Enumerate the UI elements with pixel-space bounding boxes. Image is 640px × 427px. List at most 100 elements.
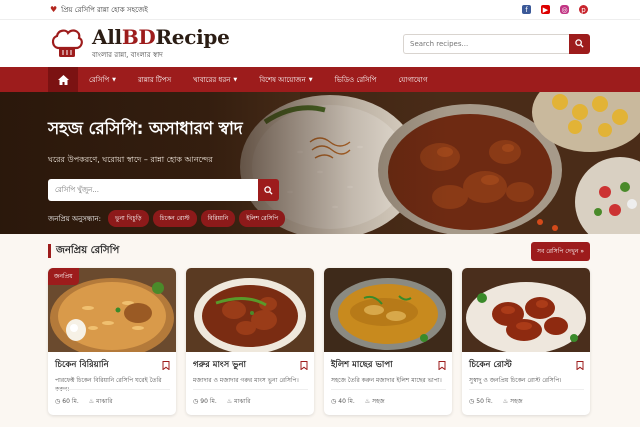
bookmark-icon[interactable]	[576, 360, 584, 370]
recipe-time: ◷ 50 মি.	[469, 396, 493, 407]
pinterest-icon[interactable]: p	[579, 5, 588, 14]
hero-banner: সহজ রেসিপি: অসাধারণ স্বাদ ঘরের উপকরণে, ঘ…	[0, 92, 640, 234]
popular-searches: জনপ্রিয় অনুসন্ধান: ভুনা খিচুড়ি চিকেন র…	[48, 210, 286, 227]
bookmark-icon[interactable]	[300, 360, 308, 370]
header-search	[403, 33, 590, 54]
header-search-input[interactable]	[403, 33, 569, 54]
search-icon	[264, 185, 273, 195]
search-chip[interactable]: ভুনা খিচুড়ি	[108, 210, 149, 227]
recipe-time: ◷ 90 মি.	[193, 396, 217, 407]
brand-highlight: BD	[121, 24, 156, 49]
instagram-icon[interactable]: ◎	[560, 5, 569, 14]
recipe-time-value: 50 মি.	[476, 398, 493, 405]
search-icon	[575, 39, 584, 48]
recipe-title[interactable]: চিকেন বিরিয়ানি	[55, 358, 109, 372]
nav-item-tips[interactable]: রান্নার টিপস	[127, 67, 182, 92]
nav-item-label: খাবারের ধরন	[193, 75, 231, 84]
nav-item-special[interactable]: বিশেষ আয়োজন ▼	[248, 67, 323, 92]
nav-item-label: ভিডিও রেসিপি	[334, 75, 377, 84]
clock-icon: ◷	[331, 398, 337, 405]
recipe-meta: ◷ 50 মি. ♨ সহজ	[469, 389, 584, 407]
recipe-level-value: সহজ	[510, 398, 523, 405]
recipe-time: ◷ 60 মি.	[55, 396, 79, 407]
hero-subtitle: ঘরের উপকরণে, ঘরোয়া স্বাদে – রান্না হোক …	[48, 155, 213, 164]
section-title: জনপ্রিয় রেসিপি	[48, 243, 119, 260]
recipe-card[interactable]: গরুর মাংস ভুনা মজাদার ও মজাদার গরুর মাংস…	[186, 268, 314, 415]
social-links: f ▶ ◎ p	[522, 5, 588, 14]
site-header: AllBDRecipe বাংলার রান্না, বাংলার স্বাদ	[0, 20, 640, 67]
nav-item-label: রেসিপি	[89, 75, 110, 84]
clock-icon: ◷	[55, 398, 61, 405]
top-bar: ♥ প্রিয় রেসিপি রান্না হোক সহজেই f ▶ ◎ p	[0, 0, 640, 20]
bookmark-icon[interactable]	[162, 360, 170, 370]
hero-search-button[interactable]	[258, 179, 279, 201]
recipe-time-value: 90 মি.	[200, 398, 217, 405]
recipe-title[interactable]: গরুর মাংস ভুনা	[193, 358, 246, 372]
recipe-image	[324, 268, 452, 352]
hero-content: সহজ রেসিপি: অসাধারণ স্বাদ ঘরের উপকরণে, ঘ…	[48, 116, 286, 227]
popular-recipes-section: জনপ্রিয় রেসিপি সব রেসিপি দেখুন » জনপ্রি…	[0, 234, 640, 415]
recipe-time-value: 60 মি.	[62, 398, 79, 405]
hero-search	[48, 179, 285, 201]
nav-item-label: বিশেষ আয়োজন	[259, 75, 306, 84]
nav-item-label: যোগাযোগ	[398, 75, 428, 84]
recipe-meta: ◷ 90 মি. ♨ মাঝারি	[193, 389, 308, 407]
recipe-level: ♨ সহজ	[503, 396, 523, 407]
nav-item-label: রান্নার টিপস	[137, 75, 172, 84]
nav-item-recipes[interactable]: রেসিপি ▼	[78, 67, 127, 92]
recipe-time-value: 40 মি.	[338, 398, 355, 405]
chevron-down-icon: ▼	[233, 76, 238, 83]
youtube-icon[interactable]: ▶	[541, 5, 550, 14]
facebook-icon[interactable]: f	[522, 5, 531, 14]
recipe-image	[186, 268, 314, 352]
chef-icon: ♨	[88, 398, 95, 405]
recipe-title[interactable]: ইলিশ মাছের ভাপা	[331, 358, 393, 372]
top-bar-message: ♥ প্রিয় রেসিপি রান্না হোক সহজেই	[50, 4, 148, 16]
nav-item-video[interactable]: ভিডিও রেসিপি	[324, 67, 388, 92]
recipe-time: ◷ 40 মি.	[331, 396, 355, 407]
section-title-text: জনপ্রিয় রেসিপি	[56, 244, 120, 256]
chef-icon: ♨	[226, 398, 233, 405]
recipe-card[interactable]: জনপ্রিয় চিকেন বিরিয়ানি পারফেক্ট চিকেন …	[48, 268, 176, 415]
clock-icon: ◷	[469, 398, 475, 405]
section-header: জনপ্রিয় রেসিপি সব রেসিপি দেখুন »	[48, 241, 590, 261]
recipe-image: জনপ্রিয়	[48, 268, 176, 352]
nav-home[interactable]	[48, 67, 78, 92]
title-accent-bar	[48, 244, 51, 258]
recipe-level: ♨ সহজ	[365, 396, 385, 407]
recipe-card[interactable]: ইলিশ মাছের ভাপা সহজে তৈরি করুন মজাদার ইল…	[324, 268, 452, 415]
recipe-level-value: মাঝারি	[96, 398, 113, 405]
popular-badge: জনপ্রিয়	[48, 268, 79, 285]
popular-searches-label: জনপ্রিয় অনুসন্ধান:	[48, 214, 101, 223]
hero-search-input[interactable]	[48, 179, 258, 201]
site-logo[interactable]: AllBDRecipe বাংলার রান্না, বাংলার স্বাদ	[50, 27, 230, 61]
top-bar-text: প্রিয় রেসিপি রান্না হোক সহজেই	[61, 5, 148, 14]
heart-icon: ♥	[50, 5, 58, 14]
recipe-level: ♨ মাঝারি	[227, 396, 251, 407]
clock-icon: ◷	[193, 398, 199, 405]
search-chip[interactable]: চিকেন রোস্ট	[152, 210, 197, 227]
nav-item-food-types[interactable]: খাবারের ধরন ▼	[182, 67, 248, 92]
header-search-button[interactable]	[569, 33, 590, 54]
recipe-card[interactable]: চিকেন রোস্ট সুস্বাদু ও জনপ্রিয় চিকেন রো…	[462, 268, 590, 415]
home-icon	[57, 74, 69, 85]
main-nav: রেসিপি ▼ রান্নার টিপস খাবারের ধরন ▼ বিশেষ …	[0, 67, 640, 92]
search-chip[interactable]: বিরিয়ানি	[200, 210, 236, 227]
recipe-level-value: মাঝারি	[234, 398, 251, 405]
brand-name: AllBDRecipe	[92, 27, 230, 47]
bookmark-icon[interactable]	[438, 360, 446, 370]
chef-hat-icon	[51, 28, 83, 57]
recipe-title[interactable]: চিকেন রোস্ট	[469, 358, 512, 372]
chef-icon: ♨	[364, 398, 371, 405]
recipe-meta: ◷ 40 মি. ♨ সহজ	[331, 389, 446, 407]
recipe-level: ♨ মাঝারি	[89, 396, 113, 407]
search-chip[interactable]: ইলিশ রেসিপি	[239, 210, 286, 227]
recipe-meta: ◷ 60 মি. ♨ মাঝারি	[55, 389, 170, 407]
chef-icon: ♨	[502, 398, 509, 405]
recipe-cards: জনপ্রিয় চিকেন বিরিয়ানি পারফেক্ট চিকেন …	[48, 268, 590, 415]
nav-item-contact[interactable]: যোগাযোগ	[387, 67, 438, 92]
chevron-down-icon: ▼	[112, 76, 116, 83]
brand-prefix: All	[92, 24, 122, 49]
recipe-image	[462, 268, 590, 352]
see-all-button[interactable]: সব রেসিপি দেখুন »	[530, 241, 590, 261]
